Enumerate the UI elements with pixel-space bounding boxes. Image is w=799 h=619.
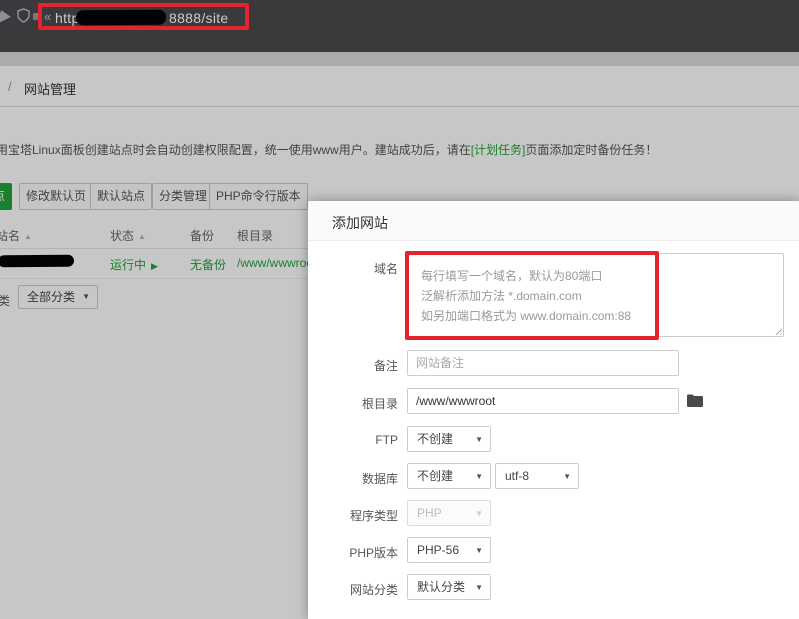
screen: « http:// 8888/site / 网站管理 用宝塔Linux面板创建站… — [0, 0, 799, 619]
program-type-value: PHP — [417, 506, 442, 520]
shield-icon[interactable] — [17, 8, 30, 23]
php-version-select[interactable]: PHP-56 ▼ — [407, 537, 491, 563]
annotation-box-url — [38, 3, 249, 30]
annotation-box-domain — [405, 251, 659, 340]
ftp-label: FTP — [308, 433, 398, 447]
root-dir-input[interactable] — [407, 388, 679, 414]
textarea-resize-handle[interactable] — [773, 326, 782, 335]
chevron-down-icon: ▼ — [475, 576, 483, 600]
browser-address-bar: « http:// 8888/site — [0, 0, 799, 52]
chevron-down-icon: ▼ — [563, 465, 571, 489]
site-category-select[interactable]: 默认分类 ▼ — [407, 574, 491, 600]
modal-header: 添加网站 — [308, 201, 799, 241]
root-dir-label: 根目录 — [308, 395, 398, 412]
chevron-down-icon: ▼ — [475, 539, 483, 563]
folder-browse-icon[interactable] — [687, 394, 703, 407]
chevron-down-icon: ▼ — [475, 465, 483, 489]
note-label: 备注 — [308, 357, 398, 374]
database-select[interactable]: 不创建 ▼ — [407, 463, 491, 489]
site-category-value: 默认分类 — [417, 580, 465, 594]
domain-label: 域名 — [308, 260, 398, 277]
database-label: 数据库 — [308, 470, 398, 487]
php-version-label: PHP版本 — [308, 544, 398, 561]
charset-select-value: utf-8 — [505, 469, 529, 483]
program-type-select: PHP ▼ — [407, 500, 491, 526]
php-version-value: PHP-56 — [417, 543, 459, 557]
add-website-modal: 添加网站 域名 每行填写一个域名，默认为80端口 泛解析添加方法 *.domai… — [308, 201, 799, 619]
chevron-down-icon: ▼ — [475, 502, 483, 526]
database-select-value: 不创建 — [417, 469, 453, 483]
site-category-label: 网站分类 — [308, 581, 398, 598]
browser-partial-icon — [0, 10, 14, 26]
charset-select[interactable]: utf-8 ▼ — [495, 463, 579, 489]
program-type-label: 程序类型 — [308, 507, 398, 524]
modal-title: 添加网站 — [332, 213, 388, 233]
chevron-down-icon: ▼ — [475, 428, 483, 452]
note-input[interactable] — [407, 350, 679, 376]
ftp-select-value: 不创建 — [417, 432, 453, 446]
ftp-select[interactable]: 不创建 ▼ — [407, 426, 491, 452]
